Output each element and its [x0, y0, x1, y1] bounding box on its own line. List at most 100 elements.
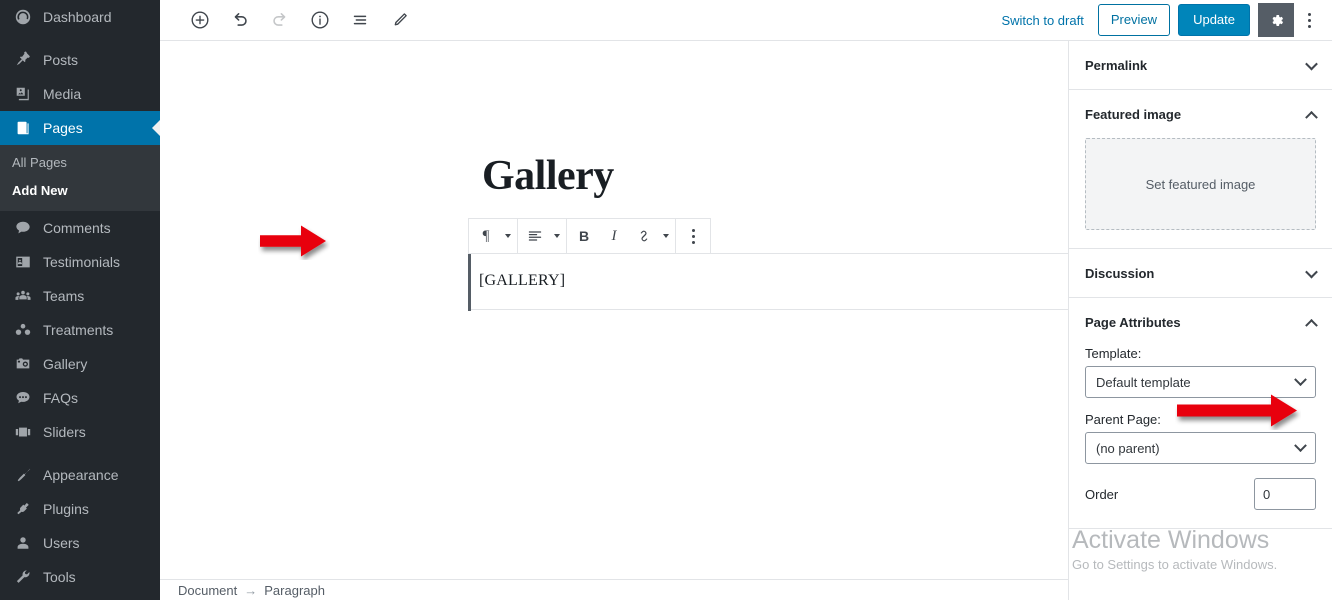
editor-header-toolbar: Switch to draft Preview Update [160, 0, 1332, 41]
paragraph-block[interactable]: [GALLERY] [468, 218, 1068, 311]
add-block-button[interactable] [182, 2, 218, 38]
comment-bubble-icon [12, 218, 34, 238]
more-menu-button[interactable] [1294, 3, 1324, 37]
chevron-down-icon [1305, 265, 1318, 278]
panel-title: Discussion [1085, 265, 1155, 281]
sidebar-item-teams[interactable]: Teams [0, 279, 160, 313]
align-left-icon[interactable] [520, 219, 550, 253]
sidebar-item-label: Users [43, 535, 80, 551]
template-select[interactable]: Default template [1085, 366, 1316, 398]
block-toolbar: ¶ B I [468, 218, 711, 254]
sidebar-item-plugins[interactable]: Plugins [0, 492, 160, 526]
sidebar-item-label: Appearance [43, 467, 119, 483]
menu-separator [0, 449, 160, 458]
submenu-item-label: Add New [12, 183, 68, 198]
panel-page-attributes-header[interactable]: Page Attributes [1069, 298, 1332, 346]
menu-separator [0, 34, 160, 43]
sidebar-item-testimonials[interactable]: Testimonials [0, 245, 160, 279]
chevron-up-icon [1305, 110, 1318, 124]
bold-button[interactable]: B [569, 219, 599, 253]
preview-button[interactable]: Preview [1097, 4, 1171, 36]
header-actions-group: Switch to draft Preview Update [987, 3, 1332, 37]
redo-button[interactable] [262, 2, 298, 38]
sidebar-item-sliders[interactable]: Sliders [0, 415, 160, 449]
settings-inspector-sidebar: Permalink Featured image Set featured im… [1068, 41, 1332, 600]
panel-permalink-header[interactable]: Permalink [1069, 41, 1332, 89]
block-type-chevron-down-icon[interactable] [501, 219, 515, 253]
wrench-icon [12, 567, 34, 587]
sidebar-item-media[interactable]: Media [0, 77, 160, 111]
sidebar-item-label: Testimonials [43, 254, 121, 270]
template-select-value: Default template [1096, 374, 1191, 390]
page-title[interactable]: Gallery [482, 153, 614, 199]
link-icon[interactable] [629, 219, 659, 253]
parent-page-select-value: (no parent) [1096, 440, 1160, 456]
sidebar-item-faqs[interactable]: FAQs [0, 381, 160, 415]
sidebar-item-gallery[interactable]: Gallery [0, 347, 160, 381]
sidebar-item-dashboard[interactable]: Dashboard [0, 0, 160, 34]
pencil-icon [389, 9, 411, 31]
sidebar-item-label: FAQs [43, 390, 79, 406]
sidebar-item-posts[interactable]: Posts [0, 43, 160, 77]
sidebar-item-tools[interactable]: Tools [0, 560, 160, 594]
alignment-group [518, 219, 567, 253]
block-navigation-button[interactable] [342, 2, 378, 38]
order-input[interactable] [1254, 478, 1316, 510]
set-featured-image-button[interactable]: Set featured image [1085, 138, 1316, 230]
sidebar-item-comments[interactable]: Comments [0, 211, 160, 245]
panel-discussion: Discussion [1069, 249, 1332, 298]
pages-icon [12, 118, 34, 138]
wordpress-block-editor: Dashboard Posts Media Pages All Pages Ad… [0, 0, 1332, 600]
settings-toggle-button[interactable] [1258, 3, 1294, 37]
sidebar-item-label: Gallery [43, 356, 88, 372]
breadcrumb-document[interactable]: Document [178, 583, 237, 598]
block-options-button[interactable] [678, 219, 708, 253]
redo-icon [269, 9, 291, 31]
plug-icon [12, 499, 34, 519]
sidebar-item-label: Tools [43, 569, 76, 585]
panel-title: Featured image [1085, 106, 1182, 122]
chevron-down-icon [1305, 57, 1318, 70]
panel-title: Page Attributes [1085, 314, 1181, 330]
sidebar-item-label: Teams [43, 288, 85, 304]
alignment-chevron-down-icon[interactable] [550, 219, 564, 253]
breadcrumb: Document → Paragraph [178, 583, 325, 598]
rich-text-chevron-down-icon[interactable] [659, 219, 673, 253]
edit-mode-button[interactable] [382, 2, 418, 38]
user-icon [12, 533, 34, 553]
gear-icon [1268, 12, 1285, 29]
switch-to-draft-link[interactable]: Switch to draft [987, 13, 1097, 28]
parent-page-select[interactable]: (no parent) [1085, 432, 1316, 464]
paragraph-icon[interactable]: ¶ [471, 219, 501, 253]
admin-sidebar: Dashboard Posts Media Pages All Pages Ad… [0, 0, 160, 600]
panel-discussion-header[interactable]: Discussion [1069, 249, 1332, 297]
sidebar-item-label: Treatments [43, 322, 114, 338]
order-row: Order [1085, 478, 1316, 510]
sidebar-item-appearance[interactable]: Appearance [0, 458, 160, 492]
sidebar-item-users[interactable]: Users [0, 526, 160, 560]
breadcrumb-separator: → [244, 582, 258, 598]
update-button[interactable]: Update [1178, 4, 1250, 36]
undo-icon [229, 9, 251, 31]
breadcrumb-block[interactable]: Paragraph [264, 583, 325, 598]
content-info-button[interactable] [302, 2, 338, 38]
italic-button[interactable]: I [599, 219, 629, 253]
editor-canvas[interactable]: Gallery ¶ B I [GALLERY] Document → Parag… [160, 41, 1068, 600]
undo-button[interactable] [222, 2, 258, 38]
submenu-item-all-pages[interactable]: All Pages [0, 149, 160, 177]
sidebar-item-treatments[interactable]: Treatments [0, 313, 160, 347]
camera-icon [12, 354, 34, 374]
sidebar-item-label: Dashboard [43, 9, 112, 25]
sidebar-item-pages[interactable]: Pages [0, 111, 160, 145]
panel-featured-image-header[interactable]: Featured image [1069, 90, 1332, 138]
panel-page-attributes: Page Attributes Template: Default templa… [1069, 298, 1332, 529]
plus-circle-icon [189, 9, 211, 31]
panel-featured-image: Featured image Set featured image [1069, 90, 1332, 249]
submenu-item-label: All Pages [12, 155, 67, 170]
panel-permalink: Permalink [1069, 41, 1332, 90]
submenu-item-add-new[interactable]: Add New [0, 177, 160, 205]
paintbrush-icon [12, 465, 34, 485]
users-dots-icon [12, 320, 34, 340]
id-card-icon [12, 252, 34, 272]
paragraph-block-text[interactable]: [GALLERY] [479, 272, 565, 290]
